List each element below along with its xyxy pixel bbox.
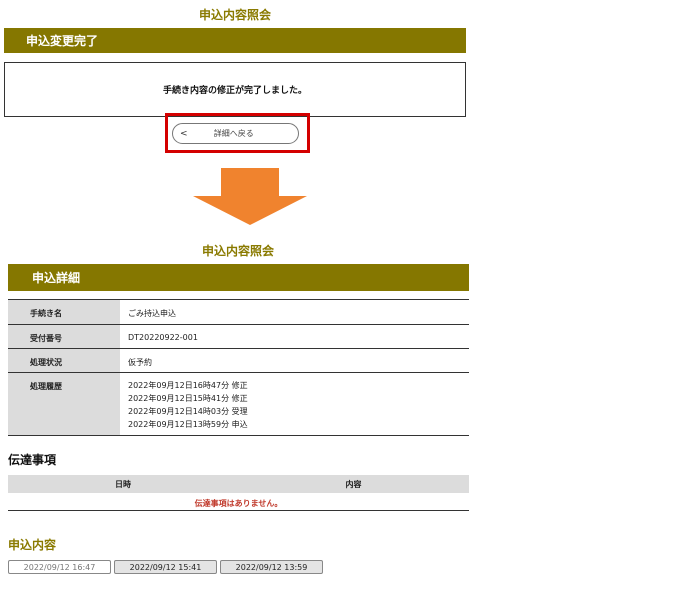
page-title-top: 申込内容照会 — [198, 8, 271, 22]
version-tab-label: 2022/09/12 15:41 — [129, 562, 202, 572]
table-row-history: 処理履歴 2022年09月12日16時47分 修正 2022年09月12日15時… — [8, 373, 469, 436]
history-entry: 2022年09月12日13時59分 申込 — [128, 420, 248, 429]
row-label: 処理状況 — [8, 349, 120, 372]
version-tab-3[interactable]: 2022/09/12 13:59 — [220, 560, 323, 574]
table-row: 処理状況 仮予約 — [8, 349, 469, 373]
row-value: 仮予約 — [128, 358, 152, 367]
chevron-left-icon: < — [180, 128, 188, 139]
dengon-col-content: 内容 — [345, 479, 362, 489]
completion-message-box: 手続き内容の修正が完了しました。 — [4, 62, 466, 117]
row-value: ごみ持込申込 — [128, 309, 176, 318]
band-title-details: 申込詳細 — [8, 264, 469, 291]
band-title-complete-label: 申込変更完了 — [26, 34, 99, 48]
table-row: 手続き名 ごみ持込申込 — [8, 300, 469, 325]
version-tab-label: 2022/09/12 13:59 — [235, 562, 308, 572]
row-label: 受付番号 — [8, 325, 120, 348]
version-tab-label: 2022/09/12 16:47 — [23, 562, 96, 572]
back-to-details-button[interactable]: < 詳細へ戻る — [172, 123, 299, 144]
dengon-table-header: 日時 内容 — [8, 475, 469, 493]
history-entry: 2022年09月12日15時41分 修正 — [128, 394, 248, 403]
details-table: 手続き名 ごみ持込申込 受付番号 DT20220922-001 処理状況 仮予約… — [8, 299, 469, 436]
row-label: 処理履歴 — [8, 373, 120, 435]
divider — [8, 510, 469, 511]
version-tab-1[interactable]: 2022/09/12 16:47 — [8, 560, 111, 574]
dengon-col-date: 日時 — [115, 479, 131, 489]
history-list: 2022年09月12日16時47分 修正 2022年09月12日15時41分 修… — [120, 373, 469, 435]
row-value: DT20220922-001 — [128, 333, 198, 342]
history-entry: 2022年09月12日14時03分 受理 — [128, 407, 248, 416]
band-title-complete: 申込変更完了 — [4, 28, 466, 53]
history-entry: 2022年09月12日16時47分 修正 — [128, 381, 248, 390]
back-to-details-label: 詳細へ戻る — [213, 129, 254, 138]
application-title: 申込内容 — [8, 538, 57, 552]
completion-message: 手続き内容の修正が完了しました。 — [162, 86, 307, 96]
version-tab-2[interactable]: 2022/09/12 15:41 — [114, 560, 217, 574]
band-title-details-label: 申込詳細 — [32, 271, 81, 285]
page-title-bottom: 申込内容照会 — [201, 244, 274, 258]
row-label: 手続き名 — [8, 300, 120, 324]
dengon-title: 伝達事項 — [8, 453, 57, 467]
table-row: 受付番号 DT20220922-001 — [8, 325, 469, 349]
down-arrow-icon — [193, 168, 307, 225]
dengon-empty-message: 伝達事項はありません。 — [194, 499, 283, 508]
